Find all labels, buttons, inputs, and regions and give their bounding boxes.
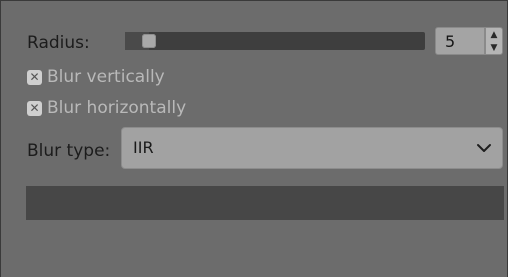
blur-type-label: Blur type: bbox=[27, 141, 111, 161]
blur-type-selected: IIR bbox=[133, 138, 154, 157]
progress-bar bbox=[26, 186, 504, 220]
blur-vertically-checkbox[interactable]: ✕ bbox=[27, 69, 42, 85]
gaussian-blur-options-panel: Radius: 5 ▲ ▼ ✕ Blur vertically ✕ Blur h… bbox=[0, 0, 508, 277]
x-check-icon: ✕ bbox=[29, 100, 40, 115]
radius-label: Radius: bbox=[27, 33, 90, 53]
blur-horizontally-option[interactable]: ✕ Blur horizontally bbox=[27, 98, 186, 118]
chevron-down-icon bbox=[477, 144, 491, 152]
radius-value-field[interactable]: 5 bbox=[435, 27, 485, 55]
x-check-icon: ✕ bbox=[29, 69, 40, 84]
blur-vertically-option[interactable]: ✕ Blur vertically bbox=[27, 67, 165, 87]
radius-slider[interactable] bbox=[125, 32, 425, 50]
radius-spinbox[interactable]: 5 ▲ ▼ bbox=[435, 27, 503, 57]
blur-vertically-label: Blur vertically bbox=[47, 67, 165, 87]
blur-horizontally-checkbox[interactable]: ✕ bbox=[27, 100, 42, 116]
blur-type-dropdown[interactable]: IIR bbox=[121, 127, 503, 169]
blur-horizontally-label: Blur horizontally bbox=[47, 98, 187, 118]
radius-spin-buttons: ▲ ▼ bbox=[485, 27, 503, 55]
triangle-up-icon[interactable]: ▲ bbox=[486, 28, 502, 41]
triangle-down-icon[interactable]: ▼ bbox=[486, 41, 502, 54]
radius-slider-thumb[interactable] bbox=[142, 34, 156, 48]
